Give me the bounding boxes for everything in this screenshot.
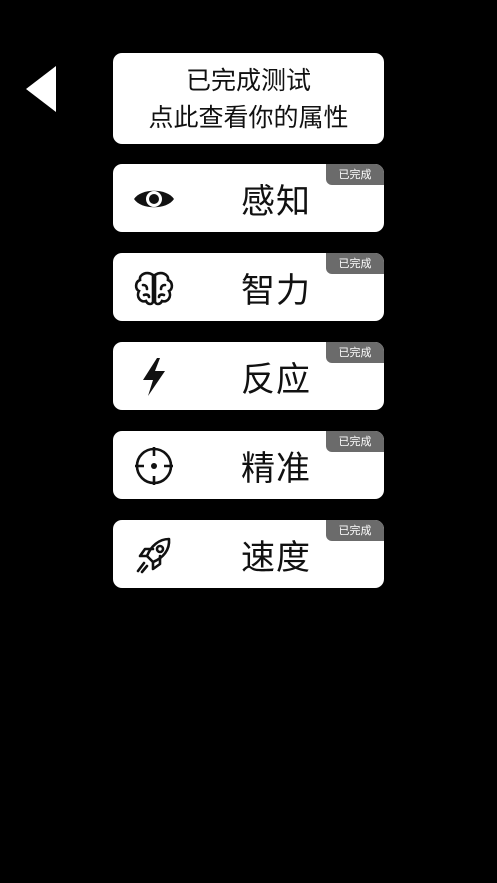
summary-subtitle: 点此查看你的属性	[148, 102, 349, 132]
test-list: 感知 已完成 智力 已完成 反应 已完成 精准 已完成 速度 已完成	[113, 164, 384, 609]
completed-badge: 已完成	[326, 520, 384, 541]
crosshair-icon	[133, 445, 175, 487]
test-card-intelligence[interactable]: 智力 已完成	[113, 253, 384, 321]
back-triangle-icon	[26, 66, 56, 112]
completed-badge: 已完成	[326, 431, 384, 452]
brain-icon	[133, 267, 175, 309]
eye-icon	[133, 178, 175, 220]
completed-badge: 已完成	[326, 164, 384, 185]
test-menu-screen: 已完成测试 点此查看你的属性 感知 已完成 智力 已完成 反应 已完成 精准 已…	[0, 0, 497, 883]
test-card-perception[interactable]: 感知 已完成	[113, 164, 384, 232]
lightning-icon	[133, 356, 175, 398]
back-button[interactable]	[26, 66, 58, 112]
test-card-reaction[interactable]: 反应 已完成	[113, 342, 384, 410]
completed-badge: 已完成	[326, 342, 384, 363]
rocket-icon	[133, 534, 175, 576]
view-attributes-button[interactable]: 已完成测试 点此查看你的属性	[113, 53, 384, 144]
completed-badge: 已完成	[326, 253, 384, 274]
test-card-precision[interactable]: 精准 已完成	[113, 431, 384, 499]
test-card-speed[interactable]: 速度 已完成	[113, 520, 384, 588]
summary-title: 已完成测试	[185, 65, 311, 95]
